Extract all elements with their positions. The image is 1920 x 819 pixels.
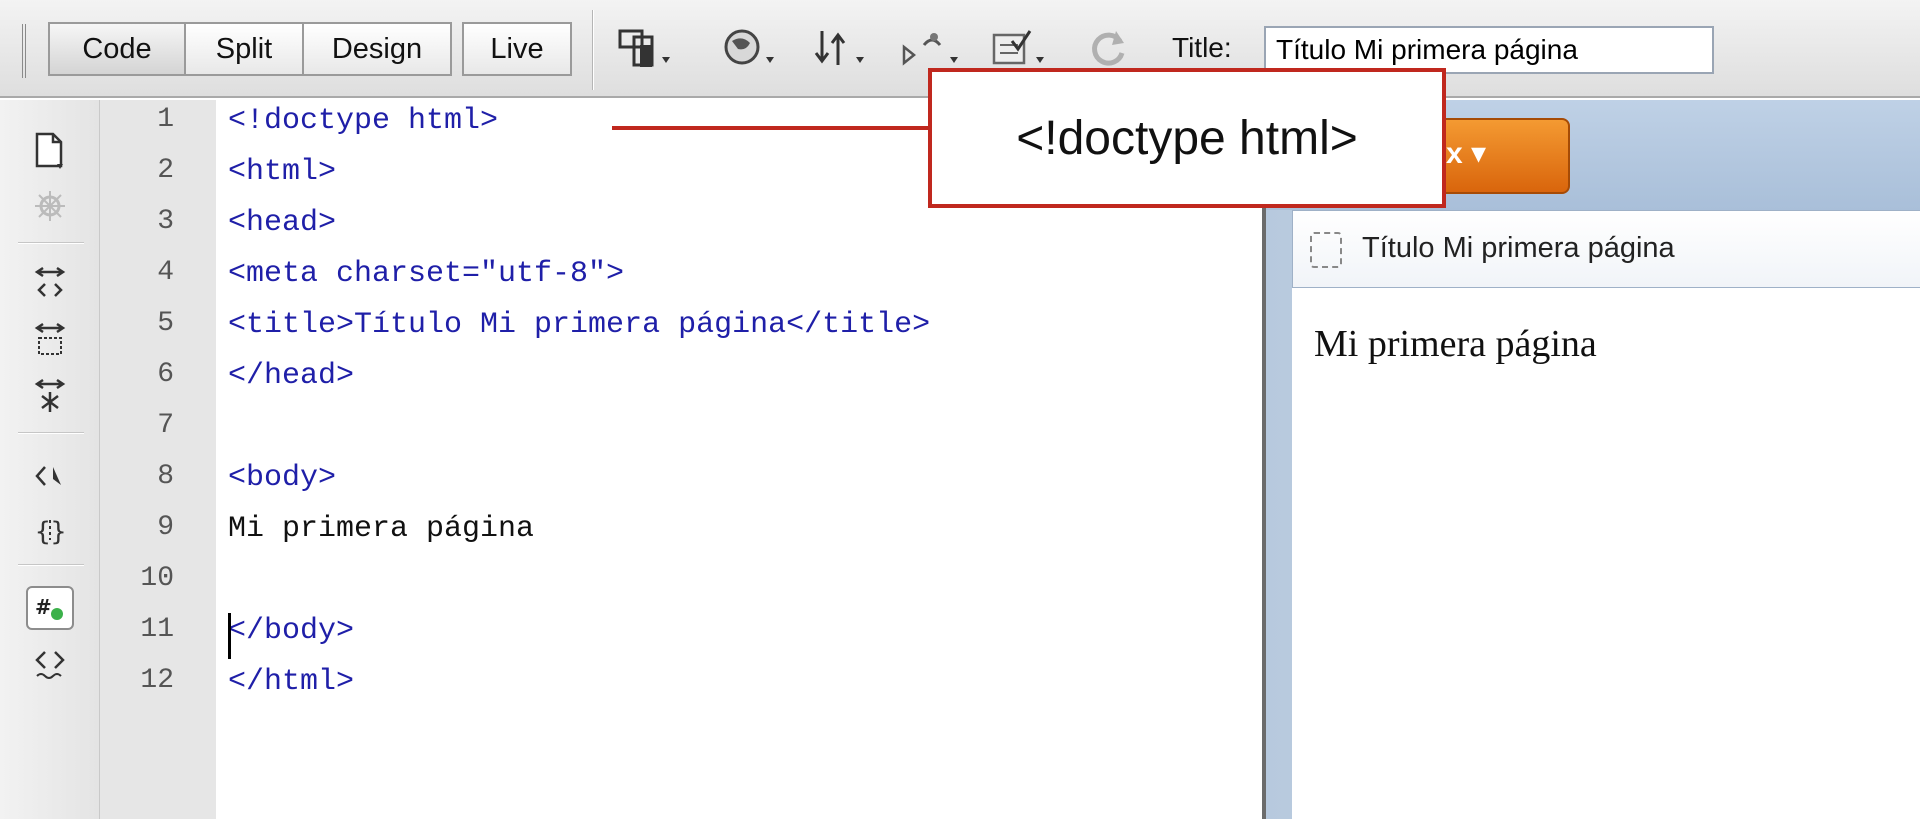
line-number: 2 bbox=[157, 155, 174, 186]
line-number: 8 bbox=[157, 461, 174, 492]
code-line[interactable]: <body> bbox=[228, 461, 336, 495]
select-parent-tag-icon[interactable] bbox=[26, 454, 74, 498]
line-number: 9 bbox=[157, 512, 174, 543]
collapse-full-tag-icon[interactable] bbox=[26, 262, 74, 306]
design-view-button[interactable]: Design bbox=[304, 22, 452, 76]
browser-tab-title: Título Mi primera página bbox=[1362, 232, 1675, 264]
code-line[interactable]: <head> bbox=[228, 206, 336, 240]
line-number: 7 bbox=[157, 410, 174, 441]
live-view-button[interactable]: Live bbox=[462, 22, 572, 76]
line-number: 10 bbox=[140, 563, 174, 594]
sidebar-divider bbox=[18, 242, 84, 244]
code-line[interactable]: </html> bbox=[228, 665, 354, 699]
code-line[interactable]: </head> bbox=[228, 359, 354, 393]
code-view-button[interactable]: Code bbox=[48, 22, 186, 76]
line-number: 6 bbox=[157, 359, 174, 390]
page-icon bbox=[1310, 232, 1342, 268]
line-number: 12 bbox=[140, 665, 174, 696]
sidebar-divider bbox=[18, 432, 84, 434]
preview-in-browser-icon[interactable] bbox=[722, 22, 782, 76]
text-cursor bbox=[228, 613, 231, 659]
coding-toolbar: {} # bbox=[0, 100, 100, 819]
toolbar-separator bbox=[592, 10, 594, 90]
open-documents-icon[interactable] bbox=[26, 130, 74, 174]
code-line[interactable]: Mi primera página bbox=[228, 512, 534, 546]
document-title-input[interactable] bbox=[1264, 26, 1714, 74]
callout-box: <!doctype html> bbox=[928, 68, 1446, 208]
svg-text:#: # bbox=[35, 595, 52, 619]
line-number: 11 bbox=[140, 614, 174, 645]
line-number: 4 bbox=[157, 257, 174, 288]
callout-pointer-line bbox=[612, 126, 928, 130]
expand-all-icon[interactable] bbox=[26, 374, 74, 418]
line-number: 3 bbox=[157, 206, 174, 237]
toolbar-grip[interactable] bbox=[22, 24, 28, 78]
rendered-body-text: Mi primera página bbox=[1314, 323, 1597, 365]
apply-source-formatting-icon[interactable] bbox=[26, 644, 74, 688]
split-view-button[interactable]: Split bbox=[186, 22, 304, 76]
balance-braces-icon[interactable]: {} bbox=[26, 508, 74, 552]
rendered-page bbox=[1292, 288, 1920, 819]
line-number: 5 bbox=[157, 308, 174, 339]
syntax-error-alerts-icon[interactable]: # bbox=[26, 586, 74, 630]
code-line[interactable]: <meta charset="utf-8"> bbox=[228, 257, 624, 291]
code-line[interactable]: <html> bbox=[228, 155, 336, 189]
code-line[interactable]: <!doctype html> bbox=[228, 104, 498, 138]
file-management-icon[interactable] bbox=[812, 22, 872, 76]
code-line[interactable]: </body> bbox=[228, 614, 354, 648]
show-code-navigator-icon[interactable] bbox=[26, 184, 74, 228]
line-number: 1 bbox=[157, 104, 174, 135]
sidebar-divider bbox=[18, 564, 84, 566]
collapse-selection-icon[interactable] bbox=[26, 318, 74, 362]
title-label: Title: bbox=[1172, 32, 1232, 63]
multiscreen-icon[interactable] bbox=[618, 22, 682, 76]
code-line[interactable]: <title>Título Mi primera página</title> bbox=[228, 308, 930, 342]
